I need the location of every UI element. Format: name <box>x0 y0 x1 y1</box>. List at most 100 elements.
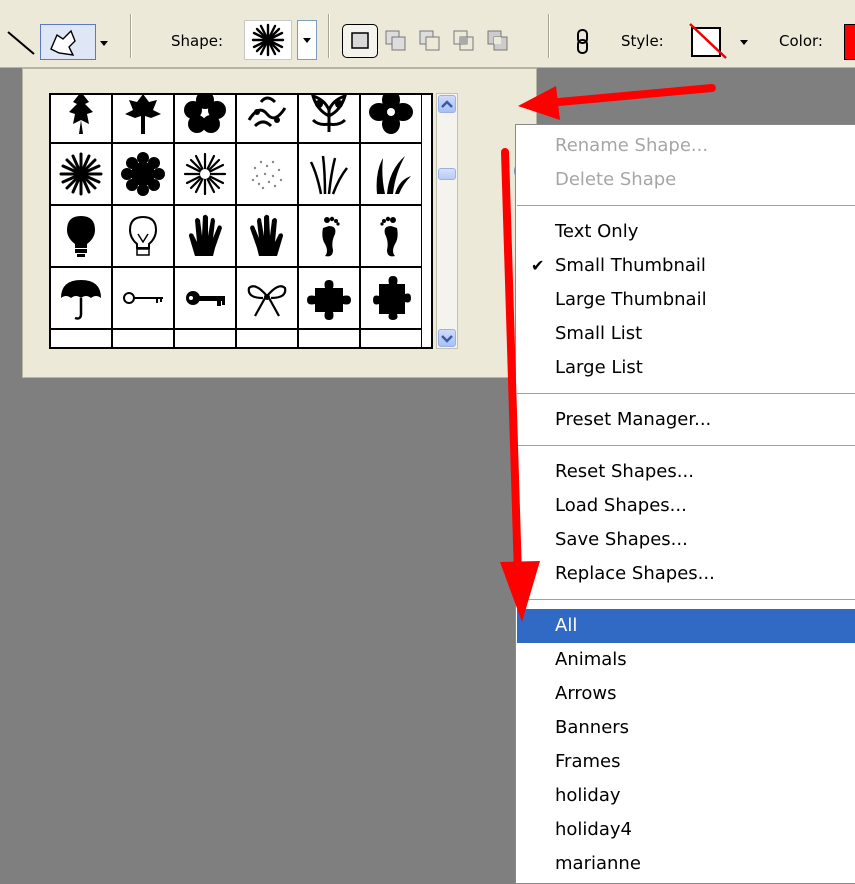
menu-item-animals[interactable]: Animals <box>517 643 855 677</box>
shape-grid-scrollbar[interactable] <box>436 93 458 349</box>
shape-preview-button[interactable] <box>244 20 292 60</box>
chevron-down-icon <box>441 335 453 343</box>
shape-cell[interactable] <box>174 329 236 347</box>
shape-label: Shape: <box>171 32 224 50</box>
menu-item-label: Small List <box>555 323 643 344</box>
shape-grid <box>49 93 433 349</box>
shape-cell[interactable] <box>360 329 422 347</box>
menu-item-small-list[interactable]: Small List <box>517 317 855 351</box>
scroll-thumb[interactable] <box>438 168 456 180</box>
style-picker-button[interactable] <box>688 22 728 60</box>
menu-item-text-only[interactable]: Text Only <box>517 215 855 249</box>
shape-cell[interactable] <box>298 205 360 267</box>
menu-item-large-list[interactable]: Large List <box>517 351 855 385</box>
menu-item-small-thumbnail[interactable]: ✔ Small Thumbnail <box>517 249 855 283</box>
shape-cell[interactable] <box>236 95 298 143</box>
menu-item-banners[interactable]: Banners <box>517 711 855 745</box>
menu-item-label: Large List <box>555 357 643 378</box>
link-icon <box>577 29 588 54</box>
shape-cell[interactable] <box>174 95 236 143</box>
snowflake-icon <box>183 152 227 196</box>
shape-cell[interactable] <box>51 329 112 347</box>
shape-cell[interactable] <box>112 329 174 347</box>
shape-cell[interactable] <box>298 143 360 205</box>
shape-cell[interactable] <box>298 267 360 329</box>
shape-cell[interactable] <box>51 143 112 205</box>
shape-cell[interactable] <box>360 267 422 329</box>
link-button[interactable] <box>572 28 594 56</box>
shape-cell[interactable] <box>112 267 174 329</box>
menu-item-label: Animals <box>555 649 627 670</box>
menu-item-large-thumbnail[interactable]: Large Thumbnail <box>517 283 855 317</box>
leaf-2-icon <box>125 95 161 134</box>
shape-dropdown-button[interactable] <box>297 20 317 60</box>
lightbulb-2-icon <box>128 215 158 256</box>
foot-2-icon <box>380 216 398 257</box>
puzzle-1-icon <box>307 280 351 320</box>
key-1-icon <box>123 292 163 304</box>
menu-item-holiday[interactable]: holiday <box>517 779 855 813</box>
menu-item-preset-manager[interactable]: Preset Manager... <box>517 403 855 437</box>
shape-cell[interactable] <box>174 205 236 267</box>
menu-item-load-shapes[interactable]: Load Shapes... <box>517 489 855 523</box>
key-2-icon <box>186 291 225 306</box>
shape-cell[interactable] <box>112 205 174 267</box>
menu-item-label: Replace Shapes... <box>555 563 715 584</box>
shape-cell[interactable] <box>236 329 298 349</box>
color-swatch[interactable] <box>844 24 855 60</box>
menu-item-rename-shape[interactable]: Rename Shape... <box>517 129 855 163</box>
shape-cell[interactable] <box>236 143 298 205</box>
subtract-icon <box>419 30 440 51</box>
shape-cell[interactable] <box>360 205 422 267</box>
new-layer-icon <box>351 32 369 49</box>
menu-item-all[interactable]: All <box>517 609 855 643</box>
ornament-2-icon <box>311 95 347 132</box>
intersect-button[interactable] <box>450 26 480 56</box>
shape-cell[interactable] <box>360 95 422 143</box>
menu-item-frames[interactable]: Frames <box>517 745 855 779</box>
shape-cell[interactable] <box>51 267 112 329</box>
menu-item-delete-shape[interactable]: Delete Shape <box>517 163 855 197</box>
shape-cell[interactable] <box>298 95 360 143</box>
add-button[interactable] <box>382 26 412 56</box>
menu-item-label: Rename Shape... <box>555 135 709 156</box>
shape-cell[interactable] <box>112 95 174 143</box>
menu-separator <box>517 445 855 446</box>
lightbulb-1-icon <box>67 216 95 257</box>
menu-item-label: All <box>555 615 578 636</box>
scroll-down-button[interactable] <box>438 329 456 347</box>
subtract-button[interactable] <box>416 26 446 56</box>
custom-shape-tool-icon <box>50 29 76 56</box>
chevron-down-icon[interactable] <box>100 41 108 46</box>
shape-cell[interactable] <box>174 267 236 329</box>
shape-cell[interactable] <box>174 143 236 205</box>
shape-cell[interactable] <box>236 267 298 329</box>
partial-4-icon <box>245 338 289 349</box>
menu-item-save-shapes[interactable]: Save Shapes... <box>517 523 855 557</box>
puzzle-2-icon <box>373 276 411 320</box>
custom-shape-tool-button[interactable] <box>40 24 96 60</box>
new-layer-button[interactable] <box>342 24 378 58</box>
shape-cell[interactable] <box>236 205 298 267</box>
menu-separator <box>517 205 855 206</box>
menu-item-marianne[interactable]: marianne <box>517 847 855 881</box>
shape-cell[interactable] <box>360 143 422 205</box>
scroll-up-button[interactable] <box>438 95 456 113</box>
menu-item-label: Delete Shape <box>555 169 677 190</box>
menu-item-label: Load Shapes... <box>555 495 687 516</box>
menu-item-holiday4[interactable]: holiday4 <box>517 813 855 847</box>
shape-cell[interactable] <box>298 329 360 347</box>
shape-cell[interactable] <box>51 205 112 267</box>
menu-item-reset-shapes[interactable]: Reset Shapes... <box>517 455 855 489</box>
line-tool-icon[interactable] <box>4 24 38 58</box>
exclude-button[interactable] <box>484 26 514 56</box>
shape-picker-menu: Rename Shape... Delete Shape Text Only ✔ Sma… <box>515 124 855 884</box>
style-label: Style: <box>621 32 664 50</box>
chevron-down-icon[interactable] <box>740 40 748 45</box>
color-label: Color: <box>779 32 823 50</box>
shape-cell[interactable] <box>51 95 112 143</box>
shape-cell[interactable] <box>112 143 174 205</box>
menu-item-label: Text Only <box>555 221 639 242</box>
menu-item-replace-shapes[interactable]: Replace Shapes... <box>517 557 855 591</box>
menu-item-arrows[interactable]: Arrows <box>517 677 855 711</box>
